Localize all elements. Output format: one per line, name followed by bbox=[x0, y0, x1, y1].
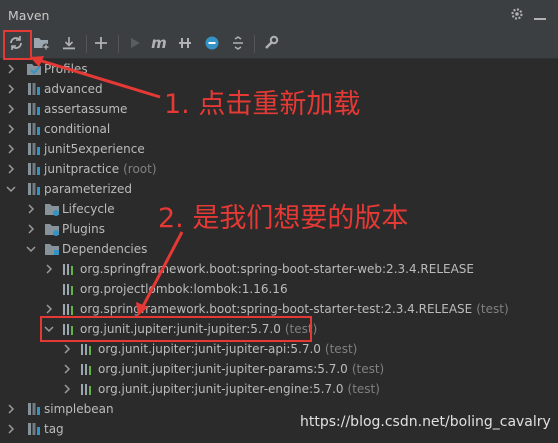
annotation-note-1: 1. 点击重新加载 bbox=[164, 89, 361, 120]
arrow-line bbox=[31, 56, 161, 99]
watermark-url: https://blog.csdn.net/boling_cavalry bbox=[300, 414, 551, 430]
annotation-note-2: 2. 是我们想要的版本 bbox=[158, 203, 409, 234]
arrow-head bbox=[136, 302, 148, 316]
arrow-line bbox=[138, 231, 184, 313]
